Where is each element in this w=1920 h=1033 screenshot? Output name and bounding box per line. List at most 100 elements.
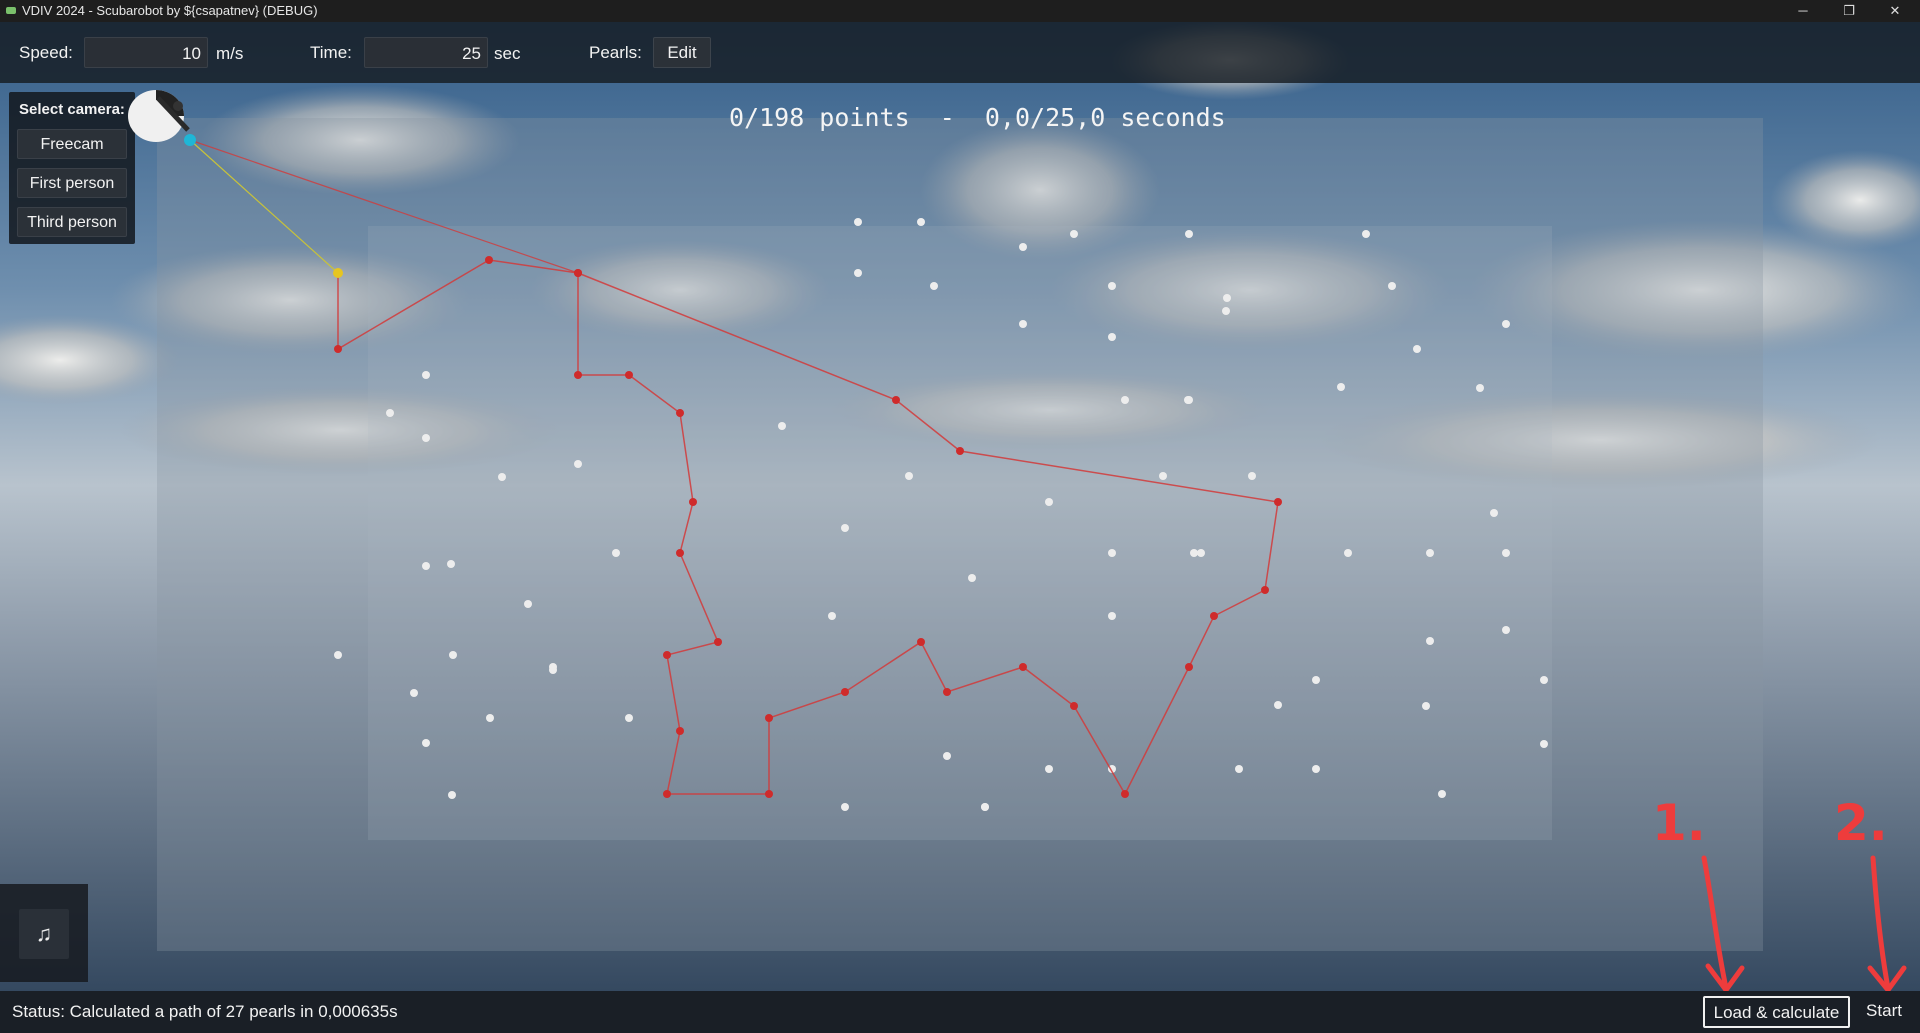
pearl-marker	[1108, 612, 1116, 620]
pearl-marker	[524, 600, 532, 608]
pearl-marker	[625, 714, 633, 722]
path-pearl-marker	[663, 651, 671, 659]
path-pearl-marker	[841, 688, 849, 696]
freecam-button[interactable]: Freecam	[17, 129, 127, 159]
path-pearl-marker	[485, 256, 493, 264]
path-pearl-marker	[574, 269, 582, 277]
time-unit: sec	[494, 44, 521, 63]
pearl-marker	[1222, 307, 1230, 315]
pool-inner-volume	[368, 226, 1552, 840]
pearl-marker	[422, 739, 430, 747]
pearl-marker	[422, 371, 430, 379]
pearl-marker	[828, 612, 836, 620]
start-button[interactable]: Start	[1855, 996, 1913, 1028]
camera-panel-title: Select camera:	[19, 101, 125, 118]
path-pearl-marker	[334, 345, 342, 353]
pearl-marker	[981, 803, 989, 811]
pearl-marker	[549, 666, 557, 674]
path-pearl-marker	[574, 371, 582, 379]
speed-input[interactable]: 10	[84, 37, 208, 68]
pearl-marker	[1540, 676, 1548, 684]
load-calculate-button[interactable]: Load & calculate	[1703, 996, 1850, 1028]
pearl-marker	[841, 524, 849, 532]
pearl-marker	[422, 434, 430, 442]
pearl-marker	[1502, 549, 1510, 557]
pearl-marker	[841, 803, 849, 811]
robot-model	[128, 90, 196, 146]
path-pearl-marker	[689, 498, 697, 506]
pearl-marker	[1184, 396, 1192, 404]
path-pearl-marker	[892, 396, 900, 404]
pearl-marker	[1337, 383, 1345, 391]
path-pearl-marker	[663, 790, 671, 798]
pearl-marker	[612, 549, 620, 557]
path-pearl-marker	[625, 371, 633, 379]
pearl-marker	[905, 472, 913, 480]
speed-unit: m/s	[216, 44, 244, 63]
pearl-marker	[449, 651, 457, 659]
pearl-marker	[1108, 549, 1116, 557]
time-input[interactable]: 25	[364, 37, 488, 68]
pearl-marker	[1490, 509, 1498, 517]
pearl-marker	[1502, 626, 1510, 634]
annotation-arrows	[1701, 855, 1907, 993]
pearl-marker	[1426, 637, 1434, 645]
third-person-button[interactable]: Third person	[17, 207, 127, 237]
path-pearl-marker	[676, 549, 684, 557]
path-pearl-marker	[1019, 663, 1027, 671]
first-person-button[interactable]: First person	[17, 168, 127, 198]
scene-viewport[interactable]	[0, 0, 1920, 1033]
path-pearl-marker	[917, 638, 925, 646]
pearl-marker	[1476, 384, 1484, 392]
speed-label: Speed:	[19, 43, 73, 62]
restore-button[interactable]: ❐	[1826, 0, 1872, 22]
pearl-marker	[1388, 282, 1396, 290]
pearl-marker	[1159, 472, 1167, 480]
pearl-marker	[447, 560, 455, 568]
close-button[interactable]: ✕	[1872, 0, 1918, 22]
pearl-marker	[917, 218, 925, 226]
path-pearl-marker	[714, 638, 722, 646]
path-pearl-marker	[956, 447, 964, 455]
pearl-marker	[1108, 333, 1116, 341]
robot-position-marker	[333, 268, 343, 278]
minimize-button[interactable]: ─	[1780, 0, 1826, 22]
pearl-marker	[1248, 472, 1256, 480]
pearl-marker	[943, 752, 951, 760]
pearl-marker	[1121, 396, 1129, 404]
pearl-marker	[1223, 294, 1231, 302]
pearl-marker	[410, 689, 418, 697]
pearl-marker	[854, 218, 862, 226]
pearl-marker	[498, 473, 506, 481]
pearl-marker	[448, 791, 456, 799]
path-pearl-marker	[676, 409, 684, 417]
app-icon	[6, 7, 16, 14]
path-pearl-marker	[1274, 498, 1282, 506]
pearl-marker	[1070, 230, 1078, 238]
pearls-label: Pearls:	[589, 43, 642, 62]
camera-panel: Select camera: Freecam First person Thir…	[9, 92, 135, 244]
music-panel: ♫	[0, 884, 88, 982]
status-text: Status: Calculated a path of 27 pearls i…	[12, 1002, 398, 1021]
pearl-marker	[778, 422, 786, 430]
path-pearl-marker	[1261, 586, 1269, 594]
pearl-marker	[1019, 320, 1027, 328]
status-bar: Status: Calculated a path of 27 pearls i…	[0, 991, 1920, 1033]
path-pearl-marker	[765, 714, 773, 722]
pearl-marker	[486, 714, 494, 722]
path-pearl-marker	[1070, 702, 1078, 710]
pearl-marker	[1502, 320, 1510, 328]
annotation-step-2: 2.	[1834, 794, 1888, 852]
edit-pearls-button[interactable]: Edit	[653, 37, 711, 68]
window-title: VDIV 2024 - Scubarobot by ${csapatnev} (…	[22, 3, 318, 18]
pearl-marker	[1108, 282, 1116, 290]
pearl-marker	[574, 460, 582, 468]
music-note-icon[interactable]: ♫	[19, 909, 69, 959]
pearl-marker	[1312, 676, 1320, 684]
score-readout: 0/198 points - 0,0/25,0 seconds	[729, 103, 1226, 132]
pearl-marker	[1190, 549, 1198, 557]
path-pearl-marker	[1210, 612, 1218, 620]
pearl-marker	[422, 562, 430, 570]
pearl-marker	[1274, 701, 1282, 709]
pearl-marker	[1540, 740, 1548, 748]
